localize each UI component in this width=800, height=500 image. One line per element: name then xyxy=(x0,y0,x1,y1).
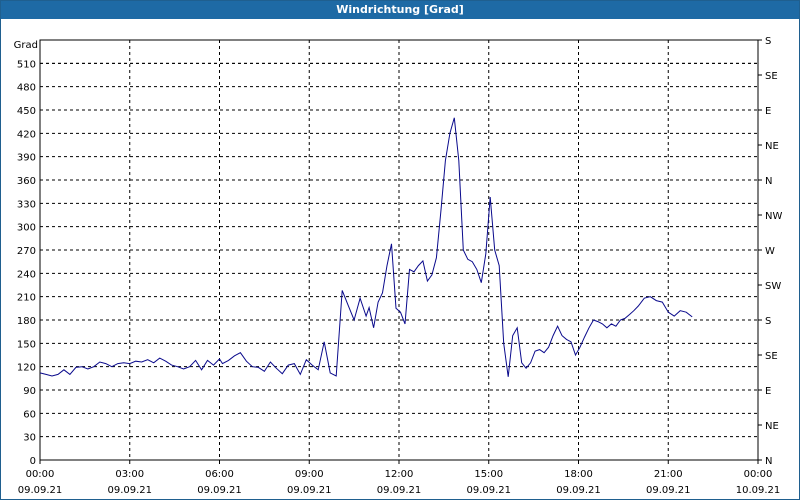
y-tick-labels: 0 30 60 90 120 150 180 210 240 270 300 330 360 390 420… xyxy=(17,59,36,467)
y-tick-label: 300 xyxy=(17,223,36,234)
right-tick-label: SE xyxy=(765,71,778,82)
x-tick-date: 09.09.21 xyxy=(18,485,63,496)
x-tick-time: 06:00 xyxy=(205,469,234,480)
y-tick-label: 60 xyxy=(23,409,36,420)
x-tick-time: 15:00 xyxy=(474,469,503,480)
y-tick-label: 180 xyxy=(17,316,36,327)
y-tick-label: 120 xyxy=(17,363,36,374)
right-tick-label: S xyxy=(765,316,771,327)
right-tick-label: W xyxy=(765,246,775,257)
x-tick-time: 03:00 xyxy=(115,469,144,480)
y-tick-label: 450 xyxy=(17,106,36,117)
y-tick-label: 240 xyxy=(17,269,36,280)
y-tick-label: 330 xyxy=(17,199,36,210)
x-tick-time: 09:00 xyxy=(295,469,324,480)
y-tick-label: 0 xyxy=(30,456,36,467)
x-tick-time: 00:00 xyxy=(744,469,773,480)
right-tick-label: NE xyxy=(765,421,779,432)
x-tick-date: 09.09.21 xyxy=(287,485,332,496)
y-tick-label: 360 xyxy=(17,176,36,187)
y-tick-label: 420 xyxy=(17,129,36,140)
right-tick-label: NW xyxy=(765,211,782,222)
right-tick-label: SW xyxy=(765,281,781,292)
x-tick-date: 09.09.21 xyxy=(646,485,691,496)
x-tick-date: 10.09.21 xyxy=(736,485,781,496)
y-tick-label: 480 xyxy=(17,83,36,94)
right-tick-label: E xyxy=(765,386,771,397)
y-tick-label: 90 xyxy=(23,386,36,397)
y-tick-label: 270 xyxy=(17,246,36,257)
x-tick-labels: 00:00 09.09.21 03:00 09.09.21 06:00 09.09.21 0… xyxy=(18,460,781,496)
right-tick-label: S xyxy=(765,36,771,47)
right-tick-label: NE xyxy=(765,141,779,152)
right-tick-label: E xyxy=(765,106,771,117)
right-tick-label: SE xyxy=(765,351,778,362)
y-tick-label: 510 xyxy=(17,59,36,70)
y-tick-label: 30 xyxy=(23,433,36,444)
x-tick-time: 18:00 xyxy=(564,469,593,480)
wind-direction-chart: 0 30 60 90 120 150 180 210 240 270 300 330 360 390 420… xyxy=(14,36,783,496)
x-tick-time: 12:00 xyxy=(385,469,414,480)
right-tick-label: N xyxy=(765,456,772,467)
x-tick-date: 09.09.21 xyxy=(107,485,152,496)
right-tick-labels: N NE E SE S SW W NW N NE E SE S xyxy=(758,36,782,467)
x-tick-date: 09.09.21 xyxy=(377,485,422,496)
x-tick-date: 09.09.21 xyxy=(466,485,511,496)
right-tick-label: N xyxy=(765,176,772,187)
y-tick-label: 150 xyxy=(17,339,36,350)
grid xyxy=(40,40,758,460)
y-tick-label: 390 xyxy=(17,153,36,164)
x-tick-date: 09.09.21 xyxy=(197,485,242,496)
x-tick-time: 21:00 xyxy=(654,469,683,480)
x-tick-date: 09.09.21 xyxy=(556,485,601,496)
x-tick-time: 00:00 xyxy=(26,469,55,480)
y-axis-label: Grad xyxy=(14,40,38,51)
y-tick-label: 210 xyxy=(17,293,36,304)
